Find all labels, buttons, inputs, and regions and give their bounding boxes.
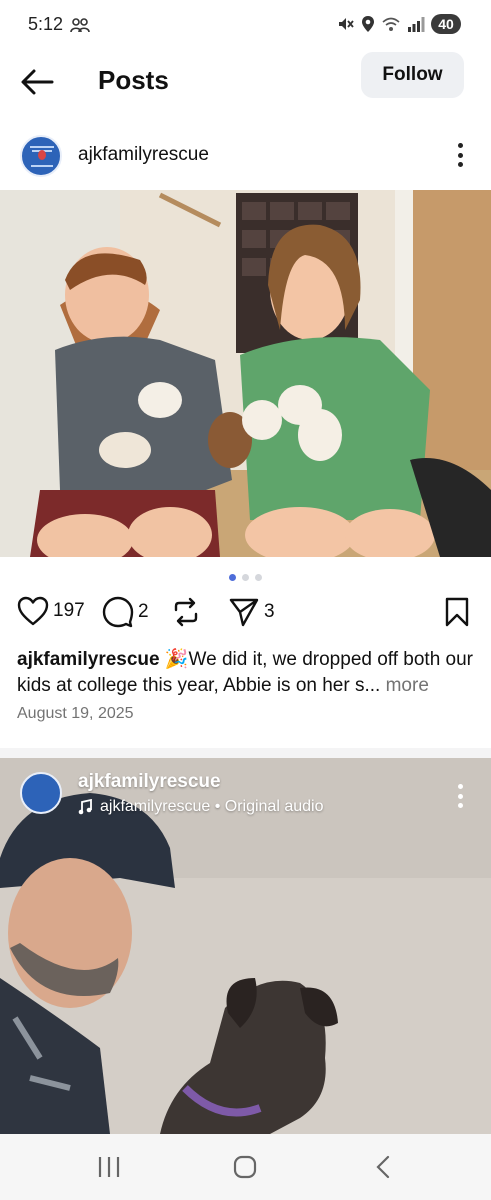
home-icon [233,1155,257,1179]
avatar[interactable] [20,135,62,177]
system-back-button[interactable] [368,1154,398,1180]
heart-icon [17,596,49,626]
comment-icon [102,596,134,628]
follow-button[interactable]: Follow [361,52,464,98]
reel-video[interactable]: ajkfamilyrescue ajkfamilyrescue • Origin… [0,758,491,1134]
location-icon [362,16,374,32]
post-date: August 19, 2025 [17,705,134,722]
save-button[interactable] [444,596,470,628]
page-header: Posts Follow [0,52,491,120]
wifi-icon [382,17,400,31]
reel-username[interactable]: ajkfamilyrescue [78,771,221,793]
like-count: 197 [53,600,85,621]
music-note-icon [78,799,92,815]
back-arrow-icon [21,69,54,95]
share-button[interactable]: 3 [228,596,275,628]
post-username[interactable]: ajkfamilyrescue [78,144,209,166]
post-header: ajkfamilyrescue [0,130,491,188]
caption-more-link[interactable]: more [380,675,429,696]
status-icons: 40 [337,14,461,34]
avatar-logo-line [30,146,54,148]
repost-button[interactable] [172,596,200,628]
comment-count: 2 [138,601,149,622]
back-icon [376,1155,390,1179]
status-bar: 5:12 40 [0,0,491,52]
status-time: 5:12 [28,14,64,34]
people-icon [70,18,90,33]
post-caption: ajkfamilyrescue 🎉We did it, we dropped o… [17,647,477,699]
recent-apps-icon [98,1157,120,1177]
carousel-dot [242,574,249,581]
back-button[interactable] [18,66,58,98]
signal-icon [408,17,425,32]
avatar-logo-heart [38,150,46,160]
bookmark-icon [445,597,469,627]
carousel-indicator [229,574,262,581]
home-button[interactable] [230,1154,260,1180]
reel-audio[interactable]: ajkfamilyrescue • Original audio [78,798,323,816]
carousel-dot-active [229,574,236,581]
more-options-icon[interactable] [450,782,470,810]
post-photo-illustration [0,190,491,557]
comment-button[interactable]: 2 [102,596,149,628]
send-icon [229,598,259,627]
reel-audio-label: ajkfamilyrescue • Original audio [100,798,324,815]
caption-username[interactable]: ajkfamilyrescue [17,649,160,670]
post-separator [0,748,491,758]
recent-apps-button[interactable] [94,1154,124,1180]
carousel-dot [255,574,262,581]
page-title: Posts [98,65,169,95]
more-options-icon[interactable] [450,140,470,170]
avatar-logo-line [31,165,53,167]
battery-icon: 40 [431,14,461,34]
post-photo[interactable] [0,190,491,557]
system-nav-bar [0,1134,491,1200]
post-actions: 197 2 3 [0,596,491,636]
like-button[interactable]: 197 [17,596,85,626]
share-count: 3 [264,601,275,622]
avatar[interactable] [20,772,62,814]
repost-icon [174,597,198,627]
mute-icon [339,18,354,30]
